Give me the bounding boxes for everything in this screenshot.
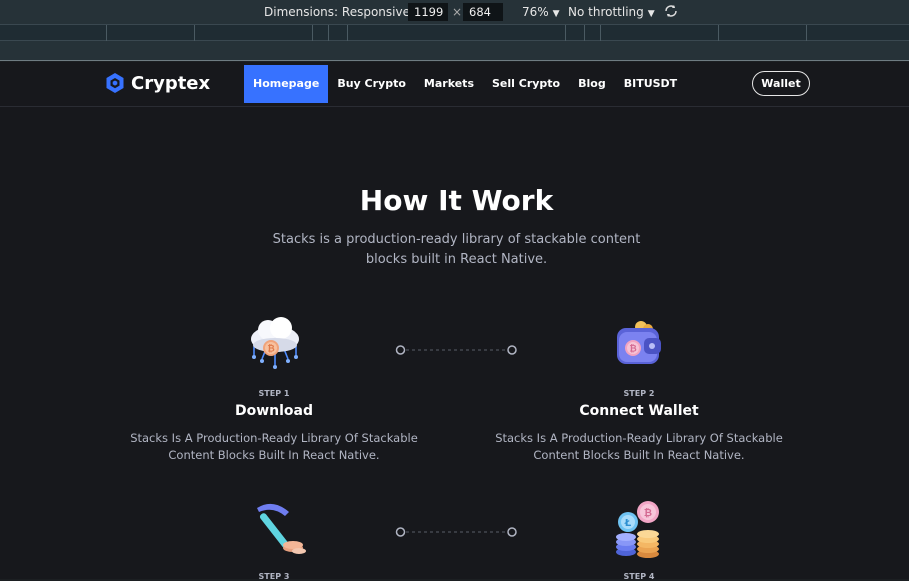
- dimensions-dropdown[interactable]: Dimensions: Responsive▼: [264, 5, 421, 19]
- step-label: STEP 3: [258, 572, 290, 581]
- rotate-icon[interactable]: [663, 3, 679, 22]
- coin-stack-icon: ₿ Ł: [616, 501, 659, 558]
- devtools-device-toolbar: Dimensions: Responsive▼ 1199 × 684 76%▼ …: [0, 0, 909, 24]
- svg-text:₿: ₿: [267, 344, 274, 355]
- nav-link-blog[interactable]: Blog: [569, 65, 615, 103]
- step-title: Connect Wallet: [579, 403, 699, 419]
- zoom-dropdown[interactable]: 76% ▼: [522, 5, 560, 19]
- chevron-down-icon: ▼: [647, 9, 655, 19]
- nav-link-markets[interactable]: Markets: [415, 65, 483, 103]
- svg-text:₿: ₿: [644, 507, 652, 519]
- section-title: How It Work: [359, 184, 554, 217]
- step-title: Download: [234, 403, 314, 419]
- brand-logo[interactable]: Cryptex: [105, 72, 210, 94]
- brand-name: Cryptex: [131, 72, 211, 94]
- nav-link-sell-crypto[interactable]: Sell Crypto: [483, 65, 569, 103]
- nav-link-buy-crypto[interactable]: Buy Crypto: [328, 65, 415, 103]
- dimension-separator: ×: [452, 5, 463, 19]
- page-viewport: Cryptex Homepage Buy Crypto Markets Sell…: [0, 62, 909, 581]
- step-card-1: STEP 1 Download Stacks Is A Production-R…: [114, 389, 434, 464]
- svg-text:₿: ₿: [629, 344, 636, 355]
- cloud-bitcoin-icon: ₿: [251, 317, 299, 369]
- step-card-3: STEP 3: [114, 572, 434, 581]
- step-card-2: STEP 2 Connect Wallet Stacks Is A Produc…: [479, 389, 799, 464]
- main-nav: Homepage Buy Crypto Markets Sell Crypto …: [244, 65, 686, 103]
- pickaxe-icon: [257, 503, 306, 554]
- width-input[interactable]: 1199: [408, 3, 448, 21]
- throttling-dropdown[interactable]: No throttling ▼: [568, 5, 655, 19]
- step-description: Stacks Is A Production-Ready Library Of …: [130, 431, 418, 462]
- step-card-4: STEP 4: [479, 572, 799, 581]
- step-label: STEP 4: [623, 572, 655, 581]
- step-connector: [395, 527, 517, 537]
- chevron-down-icon: ▼: [552, 9, 560, 19]
- nav-link-homepage[interactable]: Homepage: [244, 65, 329, 103]
- step-label: STEP 1: [258, 389, 290, 398]
- wallet-button[interactable]: Wallet: [752, 71, 810, 96]
- site-header: Cryptex Homepage Buy Crypto Markets Sell…: [0, 62, 909, 107]
- step-connector: [395, 345, 517, 355]
- cube-logo-icon: [106, 73, 124, 93]
- step-description: Stacks Is A Production-Ready Library Of …: [495, 431, 783, 462]
- svg-text:Ł: Ł: [624, 518, 632, 529]
- section-subtitle: Stacks is a production-ready library of …: [272, 232, 641, 267]
- nav-link-bitusdt[interactable]: BITUSDT: [615, 65, 686, 103]
- wallet-icon: ₿: [617, 321, 661, 364]
- height-input[interactable]: 684: [463, 3, 503, 21]
- media-query-ruler[interactable]: [0, 24, 909, 42]
- step-label: STEP 2: [623, 389, 655, 398]
- ruler-spacer: [0, 41, 909, 61]
